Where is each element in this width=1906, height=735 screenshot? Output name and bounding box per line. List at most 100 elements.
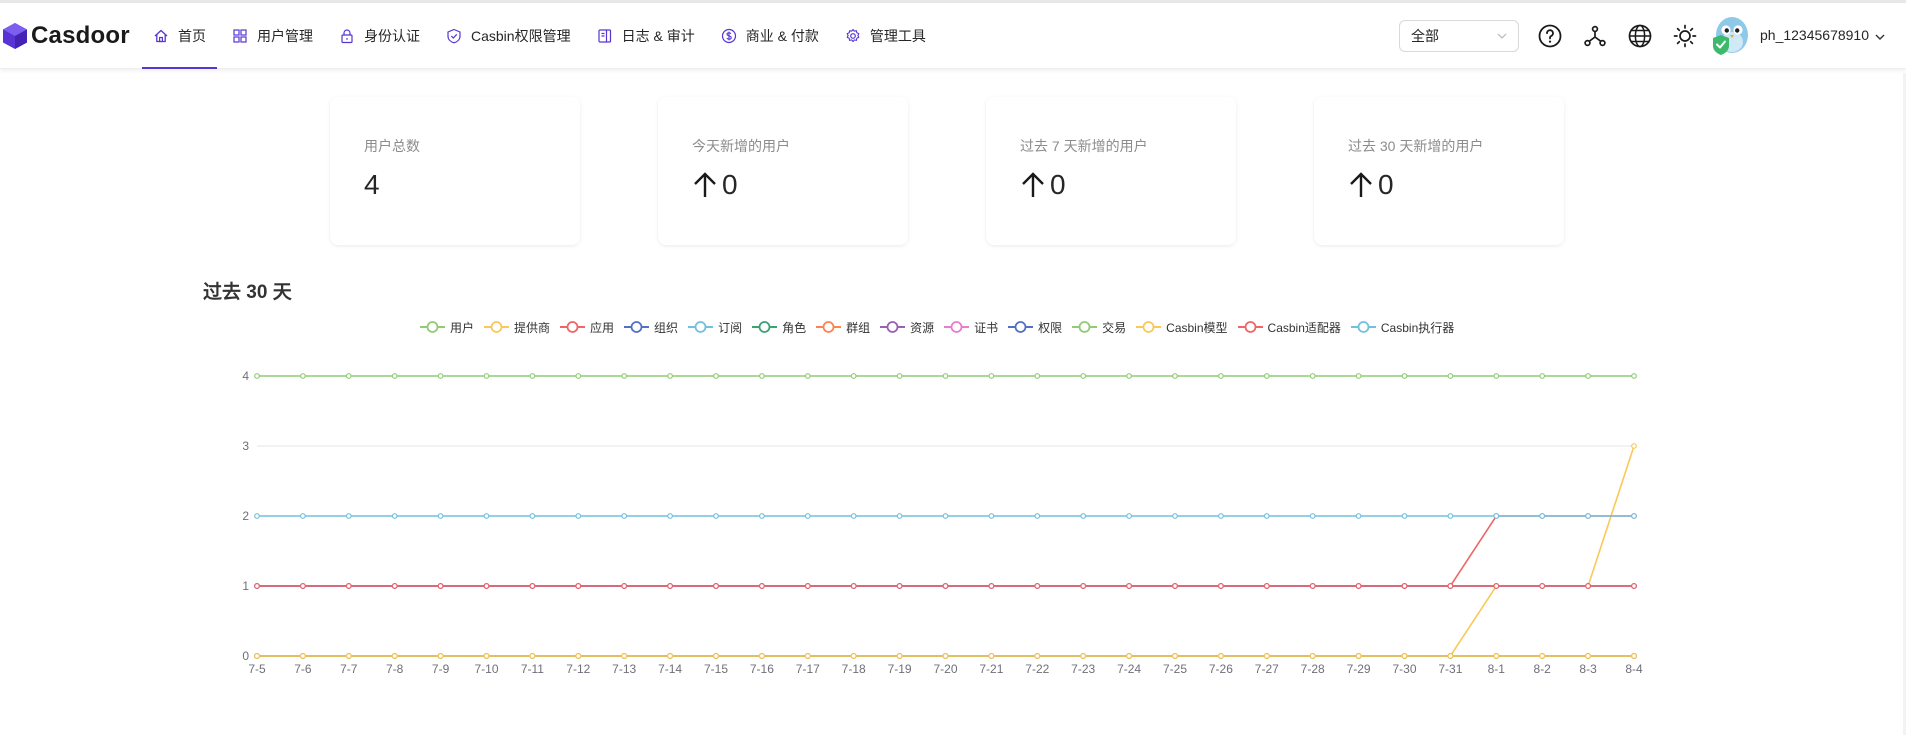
data-point	[1263, 583, 1270, 589]
data-point	[483, 653, 490, 659]
data-point	[1080, 583, 1087, 589]
data-point	[621, 583, 628, 589]
data-point	[345, 583, 352, 589]
data-point	[1355, 653, 1362, 659]
data-point	[1263, 513, 1270, 519]
data-point	[1172, 373, 1178, 379]
data-point	[1263, 653, 1270, 659]
data-point	[804, 373, 811, 379]
x-tick-label: 7-6	[294, 662, 312, 676]
data-point	[1080, 653, 1087, 659]
y-tick-label: 1	[242, 579, 249, 593]
data-point	[1401, 653, 1408, 659]
data-point	[1080, 513, 1087, 519]
data-point	[713, 373, 719, 379]
data-point	[1401, 583, 1408, 589]
data-point	[1493, 513, 1500, 519]
data-point	[1539, 373, 1546, 379]
data-point	[759, 653, 765, 659]
data-point	[1539, 513, 1546, 519]
data-point	[1263, 373, 1270, 379]
data-point	[1631, 443, 1637, 449]
data-point	[896, 653, 903, 659]
data-point	[667, 653, 673, 659]
data-point	[483, 583, 490, 589]
x-tick-label: 7-28	[1301, 662, 1325, 676]
data-point	[1034, 653, 1041, 659]
data-point	[1309, 583, 1316, 589]
data-point	[1447, 373, 1454, 379]
data-point	[713, 653, 719, 659]
data-point	[1447, 653, 1454, 659]
data-point	[437, 373, 444, 379]
data-point	[942, 513, 949, 519]
data-point	[1401, 373, 1408, 379]
series-line	[257, 515, 1634, 587]
data-point	[1631, 373, 1637, 379]
data-point	[1126, 513, 1132, 519]
data-point	[1217, 583, 1224, 589]
x-tick-label: 7-12	[566, 662, 590, 676]
data-point	[942, 373, 949, 379]
y-tick-label: 2	[242, 509, 249, 523]
data-point	[896, 513, 903, 519]
data-point	[988, 583, 995, 589]
x-tick-label: 7-31	[1438, 662, 1462, 676]
data-point	[437, 583, 444, 589]
x-tick-label: 8-1	[1488, 662, 1506, 676]
data-point	[391, 373, 398, 379]
y-tick-label: 3	[242, 439, 249, 453]
data-point	[529, 653, 536, 659]
x-tick-label: 7-8	[386, 662, 404, 676]
y-tick-label: 4	[242, 369, 249, 383]
x-tick-label: 7-17	[796, 662, 820, 676]
x-tick-label: 7-16	[750, 662, 774, 676]
data-point	[621, 653, 628, 659]
x-tick-label: 7-30	[1392, 662, 1416, 676]
data-point	[759, 513, 765, 519]
data-point	[1126, 653, 1132, 659]
data-point	[804, 583, 811, 589]
data-point	[988, 513, 995, 519]
data-point	[1355, 583, 1362, 589]
data-point	[1217, 513, 1224, 519]
data-point	[942, 653, 949, 659]
data-point	[345, 653, 352, 659]
data-point	[1172, 513, 1178, 519]
data-point	[1493, 373, 1500, 379]
data-point	[759, 583, 765, 589]
data-point	[437, 513, 444, 519]
data-point	[437, 653, 444, 659]
data-point	[1080, 373, 1087, 379]
data-point	[1172, 653, 1178, 659]
data-point	[1493, 583, 1500, 589]
data-point	[300, 513, 306, 519]
data-point	[988, 653, 995, 659]
x-tick-label: 7-22	[1025, 662, 1049, 676]
data-point	[1585, 513, 1591, 519]
x-tick-label: 7-14	[658, 662, 682, 676]
x-tick-label: 7-23	[1071, 662, 1095, 676]
data-point	[1631, 583, 1637, 589]
x-tick-label: 7-7	[340, 662, 358, 676]
data-point	[1401, 513, 1408, 519]
data-point	[621, 373, 628, 379]
data-point	[1631, 513, 1637, 519]
x-tick-label: 7-26	[1209, 662, 1233, 676]
x-tick-label: 8-3	[1579, 662, 1597, 676]
data-point	[345, 513, 352, 519]
data-point	[575, 653, 582, 659]
data-point	[1631, 653, 1637, 659]
data-point	[896, 583, 903, 589]
data-point	[483, 373, 490, 379]
data-point	[1034, 373, 1041, 379]
data-point	[1126, 583, 1132, 589]
data-point	[391, 513, 398, 519]
x-tick-label: 7-21	[979, 662, 1003, 676]
data-point	[850, 583, 857, 589]
data-point	[667, 373, 673, 379]
x-tick-label: 7-19	[888, 662, 912, 676]
data-point	[1217, 373, 1224, 379]
data-point	[391, 583, 398, 589]
x-tick-label: 7-11	[521, 662, 544, 676]
